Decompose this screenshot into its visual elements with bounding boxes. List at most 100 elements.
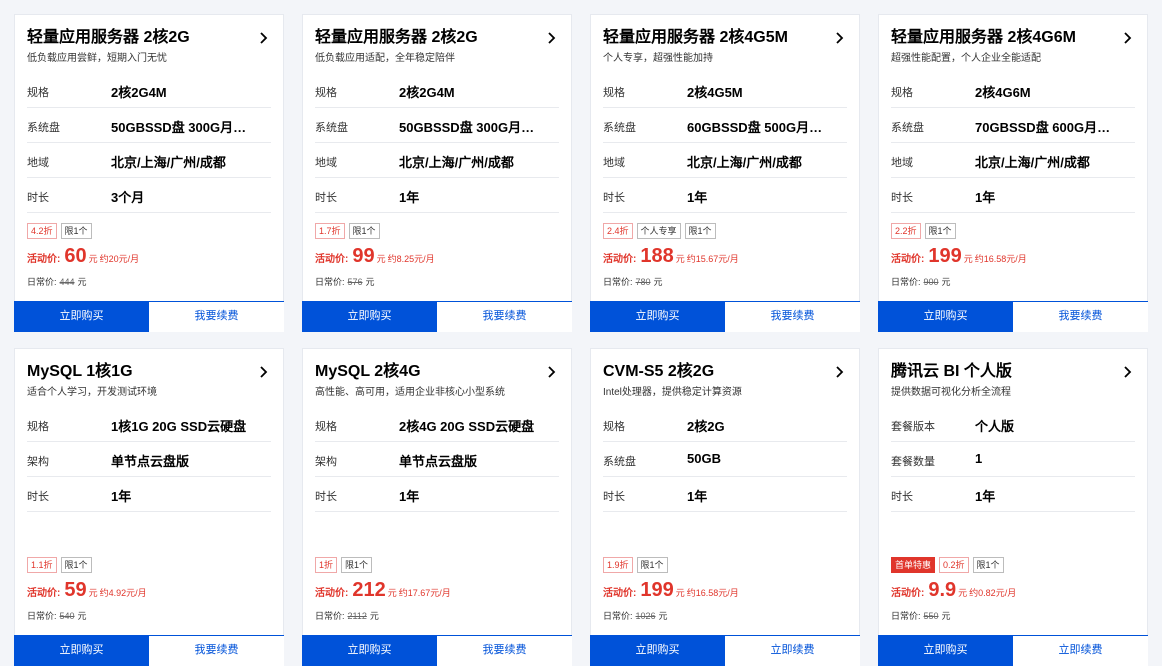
- product-title[interactable]: 轻量应用服务器 2核2G: [315, 27, 559, 49]
- product-title[interactable]: 轻量应用服务器 2核4G6M: [891, 27, 1135, 49]
- buy-now-button[interactable]: 立即购买: [302, 302, 437, 332]
- regular-price-unit: 元: [658, 611, 668, 621]
- buy-now-button[interactable]: 立即购买: [878, 636, 1013, 666]
- promo-price-label: 活动价:: [27, 588, 61, 599]
- chevron-right-icon[interactable]: [831, 364, 847, 380]
- product-title[interactable]: MySQL 1核1G: [27, 361, 271, 383]
- spec-value: 3个月: [111, 190, 145, 205]
- card-header[interactable]: 轻量应用服务器 2核2G 低负载应用尝鲜，短期入门无忧: [27, 27, 271, 66]
- regular-price-value: 900: [923, 277, 939, 287]
- spec-row: 时长 1年: [27, 477, 271, 512]
- buy-now-button[interactable]: 立即购买: [590, 302, 725, 332]
- spec-key: 时长: [603, 491, 625, 503]
- promo-price: 活动价: 212 元约17.67元/月: [315, 579, 451, 602]
- spec-row: 架构 单节点云盘版: [27, 442, 271, 477]
- card-header[interactable]: 轻量应用服务器 2核4G5M 个人专享，超强性能加持: [603, 27, 847, 66]
- spec-value: 1年: [975, 489, 996, 504]
- promo-price-label: 活动价:: [603, 254, 637, 265]
- promo-price-value: 199: [928, 245, 962, 267]
- buy-now-button[interactable]: 立即购买: [302, 636, 437, 666]
- product-title[interactable]: 轻量应用服务器 2核2G: [27, 27, 271, 49]
- promo-price-value: 60: [64, 245, 87, 267]
- renew-button[interactable]: 我要续费: [437, 636, 572, 666]
- card-header[interactable]: MySQL 1核1G 适合个人学习，开发测试环境: [27, 361, 271, 400]
- spec-value: 北京/上海/广州/成都: [111, 155, 226, 170]
- promo-price-unit: 元: [88, 254, 98, 264]
- product-card: MySQL 2核4G 高性能、高可用，适用企业非核心小型系统 规格 2核4G 20G …: [302, 348, 572, 666]
- renew-button[interactable]: 立即续费: [725, 636, 860, 666]
- spec-row: 规格 2核4G6M: [891, 73, 1135, 108]
- limit-tag: 限1个: [60, 223, 92, 239]
- tag-list: 1.1折 限1个: [27, 557, 92, 573]
- limit-tag: 个人专享: [636, 223, 681, 239]
- spec-row: 系统盘 70GBSSD盘 600G月…: [891, 108, 1135, 143]
- regular-price-value: 550: [923, 611, 939, 621]
- buy-now-button[interactable]: 立即购买: [590, 636, 725, 666]
- spec-value: 70GBSSD盘 600G月…: [975, 120, 1111, 135]
- card-header[interactable]: 轻量应用服务器 2核4G6M 超强性能配置，个人企业全能适配: [891, 27, 1135, 66]
- product-subtitle: 提供数据可视化分析全流程: [891, 387, 1011, 398]
- spec-list: 规格 1核1G 20G SSD云硬盘 架构 单节点云盘版 时长 1年: [27, 407, 271, 512]
- promo-price-unit: 元: [675, 588, 685, 598]
- spec-row: 时长 3个月: [27, 178, 271, 213]
- promo-price-label: 活动价:: [315, 254, 349, 265]
- spec-value: 北京/上海/广州/成都: [975, 155, 1090, 170]
- chevron-right-icon[interactable]: [255, 364, 271, 380]
- buy-now-button[interactable]: 立即购买: [14, 302, 149, 332]
- chevron-right-icon[interactable]: [543, 364, 559, 380]
- promo-price: 活动价: 199 元约16.58元/月: [891, 245, 1027, 268]
- promo-price-value: 188: [640, 245, 674, 267]
- product-subtitle: 高性能、高可用，适用企业非核心小型系统: [315, 387, 505, 398]
- renew-button[interactable]: 我要续费: [1013, 302, 1148, 332]
- spec-row: 规格 2核2G4M: [27, 73, 271, 108]
- card-header[interactable]: CVM-S5 2核2G Intel处理器，提供稳定计算资源: [603, 361, 847, 400]
- product-title[interactable]: MySQL 2核4G: [315, 361, 559, 383]
- spec-key: 时长: [315, 192, 337, 204]
- limit-tag: 限1个: [924, 223, 956, 239]
- spec-value: 1年: [687, 489, 708, 504]
- spec-row: 规格 1核1G 20G SSD云硬盘: [27, 407, 271, 442]
- spec-key: 时长: [891, 491, 913, 503]
- regular-price-unit: 元: [653, 277, 663, 287]
- spec-value: 60GBSSD盘 500G月…: [687, 120, 823, 135]
- spec-key: 时长: [603, 192, 625, 204]
- limit-tag: 限1个: [636, 557, 668, 573]
- spec-value: 1年: [975, 190, 996, 205]
- monthly-price: 约4.92元/月: [99, 588, 147, 598]
- chevron-right-icon[interactable]: [1119, 364, 1135, 380]
- spec-key: 套餐数量: [891, 456, 935, 468]
- monthly-price: 约8.25元/月: [387, 254, 435, 264]
- promo-price-unit: 元: [958, 588, 968, 598]
- regular-price-label: 日常价:: [603, 611, 633, 621]
- buy-now-button[interactable]: 立即购买: [14, 636, 149, 666]
- spec-key: 规格: [603, 87, 625, 99]
- card-header[interactable]: MySQL 2核4G 高性能、高可用，适用企业非核心小型系统: [315, 361, 559, 400]
- renew-button[interactable]: 我要续费: [437, 302, 572, 332]
- product-title[interactable]: 腾讯云 BI 个人版: [891, 361, 1135, 383]
- renew-button[interactable]: 我要续费: [149, 636, 284, 666]
- product-card: 轻量应用服务器 2核4G5M 个人专享，超强性能加持 规格 2核4G5M 系统盘 60GB…: [590, 14, 860, 332]
- buy-now-button[interactable]: 立即购买: [878, 302, 1013, 332]
- spec-value: 2核2G4M: [399, 85, 455, 100]
- renew-button[interactable]: 立即续费: [1013, 636, 1148, 666]
- regular-price-label: 日常价:: [315, 277, 345, 287]
- regular-price-unit: 元: [77, 277, 87, 287]
- renew-button[interactable]: 我要续费: [725, 302, 860, 332]
- monthly-price: 约20元/月: [99, 254, 140, 264]
- spec-value: 1: [975, 451, 983, 466]
- chevron-right-icon[interactable]: [255, 30, 271, 46]
- product-title[interactable]: CVM-S5 2核2G: [603, 361, 847, 383]
- action-bar: 立即购买 我要续费: [590, 301, 860, 332]
- tag-list: 1.9折 限1个: [603, 557, 668, 573]
- spec-key: 地域: [891, 157, 913, 169]
- chevron-right-icon[interactable]: [543, 30, 559, 46]
- spec-value: 1核1G 20G SSD云硬盘: [111, 419, 247, 434]
- renew-button[interactable]: 我要续费: [149, 302, 284, 332]
- regular-price-label: 日常价:: [891, 277, 921, 287]
- card-header[interactable]: 腾讯云 BI 个人版提供数据可视化分析全流程: [891, 361, 1135, 400]
- product-title[interactable]: 轻量应用服务器 2核4G5M: [603, 27, 847, 49]
- chevron-right-icon[interactable]: [1119, 30, 1135, 46]
- promo-price-label: 活动价:: [603, 588, 637, 599]
- chevron-right-icon[interactable]: [831, 30, 847, 46]
- card-header[interactable]: 轻量应用服务器 2核2G 低负载应用适配，全年稳定陪伴: [315, 27, 559, 66]
